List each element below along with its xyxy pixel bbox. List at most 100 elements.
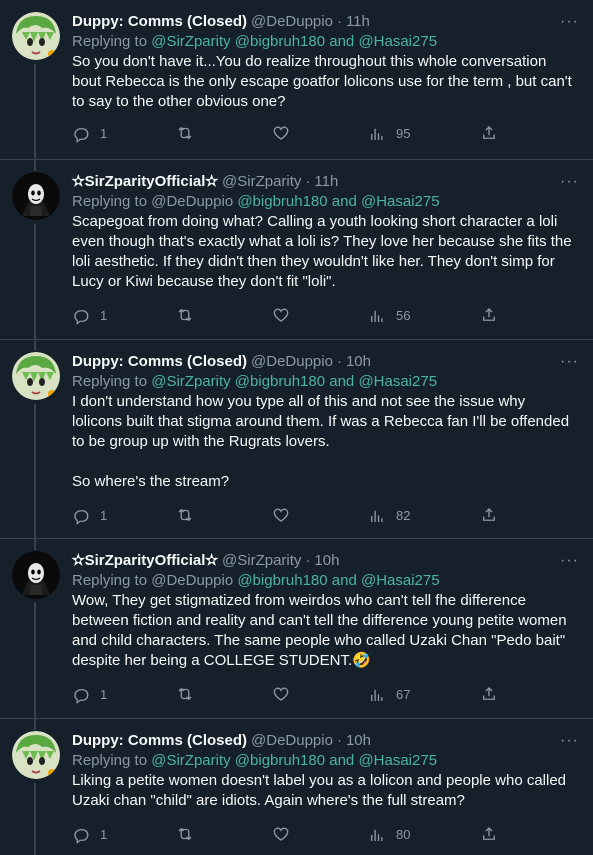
views-icon — [371, 128, 383, 140]
tweet-text: I don't understand how you type all of t… — [72, 393, 570, 490]
timestamp[interactable]: 10h — [314, 551, 339, 571]
views-button[interactable]: 67 — [368, 685, 410, 705]
more-options-icon[interactable]: ··· — [560, 551, 579, 571]
user-handle[interactable]: @DeDuppio — [251, 12, 333, 32]
tweet-text: Wow, They get stigmatized from weirdos w… — [72, 592, 571, 669]
heart-icon — [273, 126, 289, 140]
thread-line — [34, 404, 36, 550]
user-handle[interactable]: @DeDuppio — [251, 731, 333, 751]
user-handle[interactable]: @SirZparity — [222, 551, 301, 571]
display-name[interactable]: Duppy: Comms (Closed) — [72, 731, 247, 751]
mention-links[interactable]: @bigbruh180 and @Hasai275 — [237, 572, 439, 589]
views-icon — [371, 510, 383, 522]
reply-count: 1 — [100, 126, 108, 141]
timestamp[interactable]: 10h — [346, 731, 371, 751]
tweet-text: Liking a petite women doesn't label you … — [72, 772, 571, 809]
separator-dot: · — [336, 353, 342, 370]
reply-icon — [74, 689, 89, 704]
reply-button[interactable]: 1 — [72, 306, 107, 326]
reply-count: 1 — [100, 687, 108, 702]
views-button[interactable]: 80 — [368, 825, 410, 845]
share-button[interactable] — [480, 124, 498, 142]
timeline: Duppy: Comms (Closed) @DeDuppio · 11h ··… — [0, 0, 593, 855]
dark-mask-avatar[interactable] — [12, 172, 60, 220]
tweet-header: Duppy: Comms (Closed) @DeDuppio · 11h ··… — [72, 12, 579, 32]
thread-line — [34, 64, 36, 171]
display-name[interactable]: ✫SirZparityOfficial✫ — [72, 551, 218, 571]
views-button[interactable]: 56 — [368, 306, 410, 326]
mention-links[interactable]: @SirZparity @bigbruh180 and @Hasai275 — [151, 752, 437, 769]
reply-button[interactable]: 1 — [72, 124, 107, 144]
tweet-header: ✫SirZparityOfficial✫ @SirZparity · 10h ·… — [72, 551, 579, 571]
tweet[interactable]: ✫SirZparityOfficial✫ @SirZparity · 10h ·… — [0, 539, 593, 730]
share-button[interactable] — [480, 685, 498, 703]
green-hair-avatar[interactable] — [12, 12, 60, 60]
retweet-icon — [178, 687, 192, 701]
reply-button[interactable]: 1 — [72, 825, 107, 845]
more-options-icon[interactable]: ··· — [560, 12, 579, 32]
thread-line — [34, 603, 36, 730]
retweet-button[interactable] — [176, 306, 204, 324]
retweet-icon — [178, 827, 192, 841]
share-button[interactable] — [480, 306, 498, 324]
display-name[interactable]: Duppy: Comms (Closed) — [72, 352, 247, 372]
share-button[interactable] — [480, 825, 498, 843]
retweet-button[interactable] — [176, 506, 204, 524]
heart-icon — [273, 308, 289, 322]
like-button[interactable] — [272, 306, 300, 324]
reply-button[interactable]: 1 — [72, 685, 107, 705]
tweet[interactable]: Duppy: Comms (Closed) @DeDuppio · 10h ··… — [0, 719, 593, 855]
views-icon — [371, 829, 383, 841]
separator-dot: · — [305, 173, 311, 190]
views-icon — [371, 689, 383, 701]
display-name[interactable]: ✫SirZparityOfficial✫ — [72, 172, 218, 192]
tweet-actions: 1 80 — [72, 825, 577, 845]
reply-button[interactable]: 1 — [72, 506, 107, 526]
green-hair-avatar[interactable] — [12, 352, 60, 400]
views-button[interactable]: 95 — [368, 124, 410, 144]
heart-icon — [273, 827, 289, 841]
like-button[interactable] — [272, 124, 300, 142]
tweet[interactable]: Duppy: Comms (Closed) @DeDuppio · 11h ··… — [0, 0, 593, 171]
mention-links[interactable]: @SirZparity @bigbruh180 and @Hasai275 — [151, 33, 437, 50]
tweet-actions: 1 82 — [72, 506, 577, 526]
retweet-button[interactable] — [176, 124, 204, 142]
share-icon — [483, 308, 495, 321]
more-options-icon[interactable]: ··· — [560, 731, 579, 751]
view-count: 56 — [396, 308, 411, 323]
user-handle[interactable]: @DeDuppio — [251, 352, 333, 372]
tweet[interactable]: ✫SirZparityOfficial✫ @SirZparity · 11h ·… — [0, 160, 593, 351]
share-icon — [483, 126, 495, 139]
reply-count: 1 — [100, 508, 108, 523]
tweet[interactable]: Duppy: Comms (Closed) @DeDuppio · 10h ··… — [0, 340, 593, 550]
replying-to: Replying to @DeDuppio @bigbruh180 and @H… — [72, 193, 440, 210]
view-count: 67 — [396, 687, 411, 702]
more-options-icon[interactable]: ··· — [560, 172, 579, 192]
display-name[interactable]: Duppy: Comms (Closed) — [72, 12, 247, 32]
tweet-text: Scapegoat from doing what? Calling a you… — [72, 213, 576, 290]
thread-line — [34, 224, 36, 351]
retweet-button[interactable] — [176, 685, 204, 703]
green-hair-avatar[interactable] — [12, 731, 60, 779]
timestamp[interactable]: 11h — [314, 172, 338, 192]
timestamp[interactable]: 10h — [346, 352, 371, 372]
share-icon — [483, 687, 495, 700]
timestamp[interactable]: 11h — [346, 12, 370, 32]
reply-icon — [74, 310, 89, 325]
share-button[interactable] — [480, 506, 498, 524]
mention-links[interactable]: @bigbruh180 and @Hasai275 — [237, 193, 439, 210]
mention-links[interactable]: @SirZparity @bigbruh180 and @Hasai275 — [151, 373, 437, 390]
like-button[interactable] — [272, 825, 300, 843]
thread-line — [34, 783, 36, 855]
like-button[interactable] — [272, 506, 300, 524]
replying-to: Replying to @SirZparity @bigbruh180 and … — [72, 752, 438, 769]
view-count: 82 — [396, 508, 411, 523]
user-handle[interactable]: @SirZparity — [222, 172, 301, 192]
like-button[interactable] — [272, 685, 300, 703]
dark-mask-avatar[interactable] — [12, 551, 60, 599]
retweet-button[interactable] — [176, 825, 204, 843]
retweet-icon — [178, 308, 192, 322]
more-options-icon[interactable]: ··· — [560, 352, 579, 372]
replying-to: Replying to @SirZparity @bigbruh180 and … — [72, 33, 438, 50]
views-button[interactable]: 82 — [368, 506, 410, 526]
